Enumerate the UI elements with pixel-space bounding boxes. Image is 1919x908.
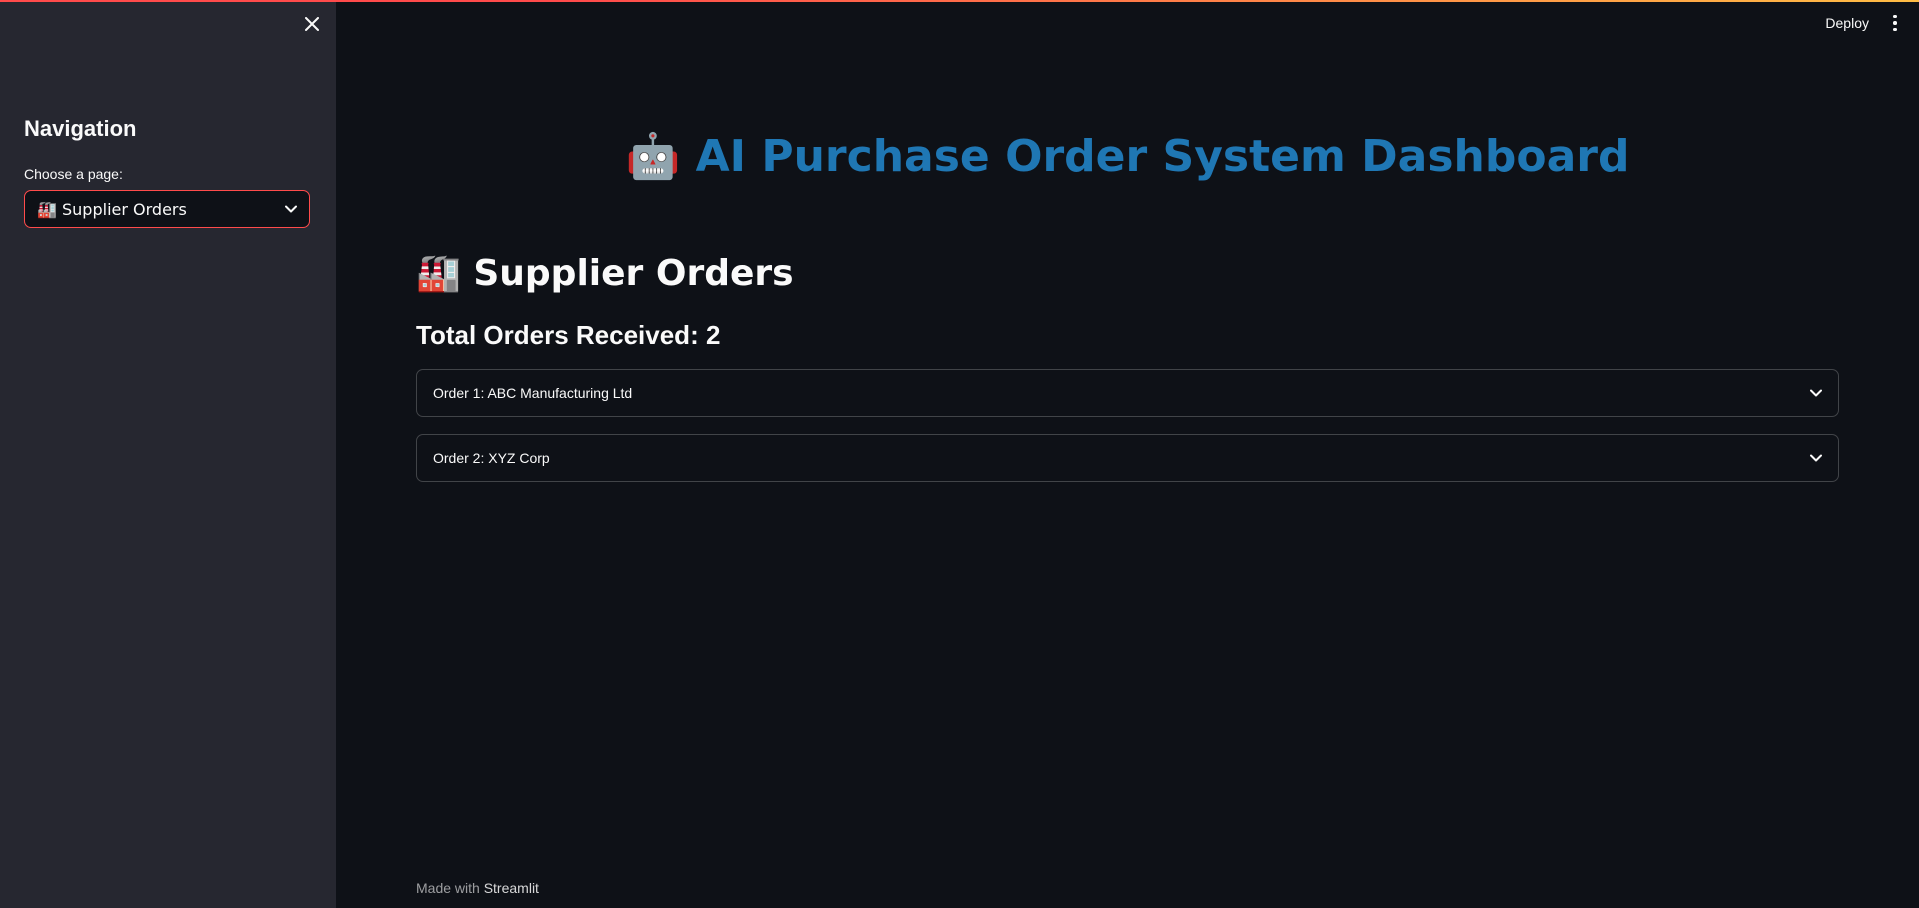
- page-select[interactable]: 🏭 Supplier Orders: [24, 190, 310, 228]
- sidebar-heading: Navigation: [24, 116, 137, 141]
- top-decoration-bar: [0, 0, 1919, 2]
- page-select-label: Choose a page:: [24, 166, 123, 182]
- sidebar: Navigation Choose a page: 🏭 Supplier Ord…: [0, 0, 336, 908]
- footer: Made with Streamlit: [416, 880, 539, 896]
- section-title: 🏭 Supplier Orders: [416, 253, 794, 294]
- streamlit-link[interactable]: Streamlit: [484, 880, 539, 896]
- chevron-down-icon: [1810, 389, 1822, 397]
- footer-text: Made with: [416, 880, 480, 896]
- close-icon: [305, 17, 319, 31]
- main-content: Deploy 🤖 AI Purchase Order System Dashbo…: [336, 0, 1919, 908]
- chevron-down-icon: [285, 205, 297, 213]
- order-expander[interactable]: Order 1: ABC Manufacturing Ltd: [416, 369, 1839, 417]
- order-expander[interactable]: Order 2: XYZ Corp: [416, 434, 1839, 482]
- order-expander-label: Order 2: XYZ Corp: [433, 450, 550, 466]
- deploy-button[interactable]: Deploy: [1825, 12, 1869, 34]
- order-expander-label: Order 1: ABC Manufacturing Ltd: [433, 385, 633, 401]
- close-sidebar-button[interactable]: [300, 12, 324, 36]
- page-select-value: 🏭 Supplier Orders: [37, 199, 187, 219]
- chevron-down-icon: [1810, 454, 1822, 462]
- dashboard-title: 🤖 AI Purchase Order System Dashboard: [625, 131, 1630, 182]
- total-orders-heading: Total Orders Received: 2: [416, 320, 721, 350]
- kebab-menu-icon[interactable]: [1887, 12, 1903, 34]
